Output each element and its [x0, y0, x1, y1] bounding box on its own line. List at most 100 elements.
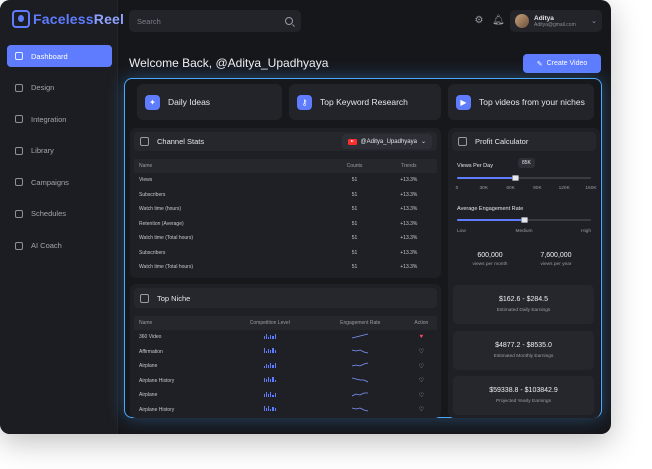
engagement-sparkline [315, 330, 406, 345]
stat-trend: +13.3% [400, 235, 418, 242]
niche-name: Airplane [139, 392, 158, 399]
search-box[interactable] [129, 10, 301, 32]
channel-selector[interactable]: @Aditya_Upadhyaya ⌄ [341, 134, 432, 149]
column-header: Engagement Rate [314, 316, 406, 330]
earnings-label: Projected Yearly Earnings [496, 399, 551, 404]
sidebar-item-dashboard[interactable]: Dashboard [7, 45, 112, 67]
stat-name: Watch time (Total hours) [139, 264, 193, 271]
stat-count: 51 [351, 191, 358, 198]
sidebar-item-campaigns[interactable]: Campaigns [7, 171, 112, 193]
bar-chart-icon [263, 333, 276, 339]
bar-chart-icon [263, 377, 276, 383]
stat-count: 51 [351, 235, 358, 242]
sparkline-icon [352, 333, 369, 339]
sparkline-icon [352, 349, 369, 354]
earnings-label: Estimated Monthly Earnings [493, 354, 554, 359]
heart-icon[interactable]: ♡ [419, 364, 424, 370]
search-icon[interactable] [285, 17, 293, 25]
user-menu[interactable]: Aditya Aditya@gmail.com ⌄ [510, 10, 602, 32]
views-tick-label: 120K [558, 186, 570, 191]
stat-name: Subscribers [139, 249, 166, 256]
earnings-value: $59338.8 - $103842.9 [489, 387, 558, 394]
card-title: Profit Calculator [475, 137, 529, 146]
sidebar-item-schedules[interactable]: Schedules [7, 203, 112, 225]
stat-name: Views [139, 177, 153, 184]
competition-level-bars [225, 359, 315, 374]
views-slider-fill [457, 177, 516, 179]
views-slider-handle[interactable] [512, 175, 520, 181]
slider-value-tooltip: 85K [518, 158, 535, 168]
feature-top-videos[interactable]: ▶ Top videos from your niches [448, 84, 594, 120]
chart-icon [140, 293, 149, 303]
table-row: Airplane ♡ [134, 388, 437, 403]
top-niche-card: Top Niche Name Competition Level Engagem… [130, 284, 441, 418]
stat-count: 51 [351, 264, 358, 271]
brush-icon [15, 83, 23, 92]
heart-icon[interactable]: ♡ [419, 393, 424, 399]
views-tick-label: 60K [506, 186, 515, 191]
competition-level-bars [225, 374, 315, 389]
grid-icon [15, 52, 23, 60]
sidebar-item-ai-coach[interactable]: AI Coach [7, 235, 112, 257]
bar-chart-icon [263, 362, 276, 368]
gear-icon[interactable]: ⚙ [474, 16, 484, 26]
heart-icon[interactable]: ♡ [419, 378, 424, 384]
views-per-year-caption: views per year [540, 262, 572, 267]
table-row: Views 51 +13.3% [134, 173, 437, 188]
channel-stats-card: Channel Stats @Aditya_Upadhyaya ⌄ Name C… [130, 128, 441, 278]
stat-count: 51 [351, 206, 358, 213]
brand-logo[interactable]: FacelessReel [12, 10, 124, 28]
action-cell: ♥ [406, 330, 437, 345]
sidebar-item-label: Schedules [31, 209, 67, 219]
stat-count: 51 [351, 249, 358, 256]
views-tick-label: 90K [533, 186, 542, 191]
sidebar-item-design[interactable]: Design [7, 77, 112, 99]
sidebar-item-integration[interactable]: Integration [7, 108, 112, 130]
megaphone-icon [15, 178, 23, 187]
table-row: Subscribers 51 +13.3% [134, 246, 437, 261]
stat-name: Retention (Average) [139, 220, 184, 227]
feature-label: Daily Ideas [168, 97, 211, 107]
card-title: Channel Stats [157, 137, 205, 146]
card-title: Top Niche [157, 293, 191, 303]
create-video-button[interactable]: ✎ Create Video [523, 54, 601, 73]
column-header: Counts [328, 159, 381, 173]
heart-icon[interactable]: ♥ [420, 334, 424, 340]
competition-level-bars [225, 403, 315, 418]
engagement-sparkline [315, 374, 406, 389]
engagement-tick-label: Low [457, 229, 466, 234]
chevron-down-icon: ⌄ [420, 139, 426, 145]
action-cell: ♡ [406, 359, 437, 374]
key-icon: ⚷ [297, 94, 312, 110]
niche-name: Airplane History [139, 406, 175, 413]
engagement-slider-handle[interactable] [520, 217, 528, 223]
bar-chart-icon [263, 348, 276, 354]
table-row: Airplane History ♡ [134, 374, 437, 389]
channel-stats-table: Name Counts Trends Views 51 +13.3% Subscri… [134, 159, 437, 275]
stat-count: 51 [351, 177, 358, 184]
earnings-value: $4877.2 - $8535.0 [495, 342, 552, 349]
stat-count: 51 [351, 220, 358, 227]
heart-icon[interactable]: ♡ [419, 407, 424, 413]
sidebar-item-library[interactable]: Library [7, 140, 112, 162]
bar-chart-icon [263, 406, 276, 412]
column-header: Competition Level [224, 316, 315, 330]
page-title: Welcome Back, @Aditya_Upadhyaya [129, 56, 329, 70]
table-row: Subscribers 51 +13.3% [134, 188, 437, 203]
action-cell: ♡ [406, 403, 437, 418]
feature-daily-ideas[interactable]: ✦ Daily Ideas [137, 84, 282, 120]
views-per-month-value: 600,000 [477, 252, 503, 259]
user-email: Aditya@gmail.com [534, 21, 576, 28]
column-header: Name [134, 159, 329, 173]
column-header: Trends [380, 159, 437, 173]
bell-icon[interactable]: 🔔︎ [492, 16, 505, 26]
feature-label: Top videos from your niches [479, 97, 585, 107]
views-per-month-caption: views per month [472, 262, 508, 267]
engagement-sparkline [315, 345, 406, 360]
search-input[interactable] [137, 16, 267, 26]
table-row: Watch time (hours) 51 +13.3% [134, 202, 437, 217]
table-row: Watch time (Total hours) 51 +13.3% [134, 260, 437, 275]
stat-trend: +13.3% [400, 206, 418, 213]
feature-keyword-research[interactable]: ⚷ Top Keyword Research [289, 84, 441, 120]
heart-icon[interactable]: ♡ [419, 349, 424, 355]
